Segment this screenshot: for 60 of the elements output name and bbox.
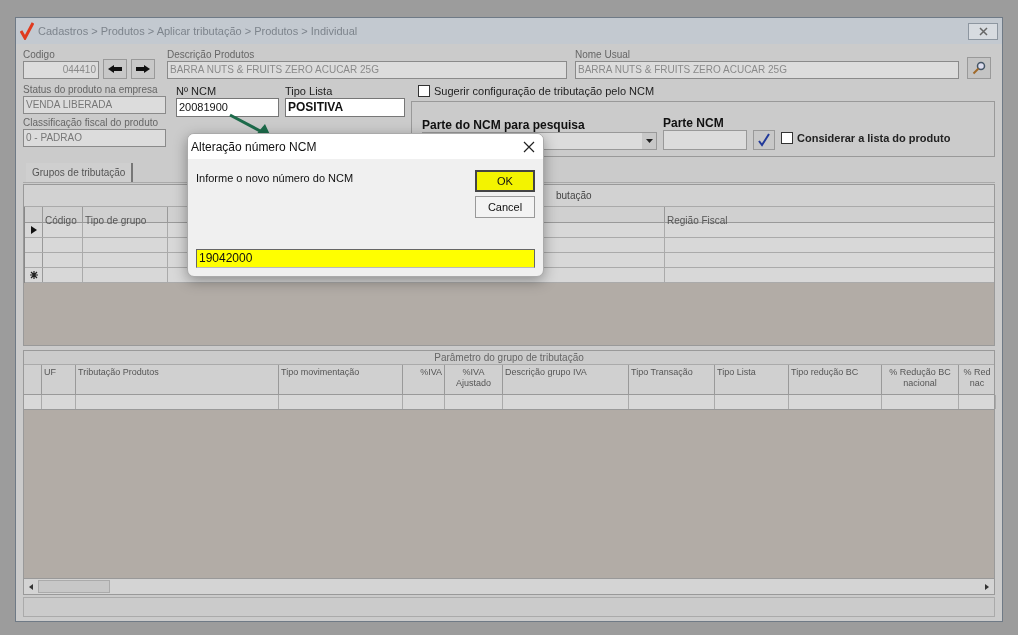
new-row-icon — [29, 270, 38, 279]
ncm-field[interactable]: 20081900 — [176, 98, 279, 117]
field-label: Nº NCM — [176, 85, 218, 98]
checkbox-label: Sugerir configuração de tributação pelo NCM — [434, 84, 655, 99]
close-icon — [978, 26, 988, 36]
field-label: Nome Usual — [575, 48, 632, 61]
ncm-input-field[interactable]: 19042000 — [196, 249, 535, 268]
column-header: Tributação Produtos — [78, 366, 159, 378]
check-logo-icon — [20, 22, 34, 40]
column-header: UF — [44, 366, 56, 378]
magnifier-icon — [972, 61, 986, 75]
tab[interactable]: Grupos de tributação — [26, 162, 134, 182]
left-arrow-icon — [107, 64, 123, 74]
column-header: Região Fiscal — [667, 214, 728, 226]
right-arrow-icon — [135, 64, 151, 74]
previous-button[interactable] — [103, 59, 127, 79]
close-button[interactable] — [968, 22, 998, 40]
field-label: Status do produto na empresa — [23, 83, 159, 96]
panel-caption: butação — [556, 188, 592, 203]
usual-name-field[interactable]: BARRA NUTS & FRUITS ZERO ACUCAR 25G — [575, 61, 959, 79]
dialog-title: Alteração número NCM — [191, 138, 317, 156]
close-icon[interactable] — [523, 140, 535, 153]
field-label: Codigo — [23, 48, 56, 61]
column-header: Tipo redução BC — [791, 366, 859, 378]
field-label: Tipo Lista — [285, 85, 334, 98]
checkbox-label: Considerar a lista do produto — [797, 131, 951, 146]
field-label: Classificação fiscal do produto — [23, 116, 160, 129]
column-header: Tipo de grupo — [85, 214, 147, 226]
field-label: Parte do NCM para pesquisa — [422, 118, 586, 132]
field-label: Descrição Produtos — [167, 48, 256, 61]
column-header: % Red nac — [962, 366, 992, 389]
dialog-message: Informe o novo número do NCM — [196, 171, 355, 186]
confirm-button[interactable] — [753, 129, 775, 150]
next-button[interactable] — [131, 59, 155, 79]
checkbox[interactable] — [781, 132, 793, 145]
checkmark-icon — [757, 132, 771, 147]
checkbox[interactable] — [418, 85, 430, 98]
column-header: %IVA Ajustado — [455, 366, 492, 389]
description-field[interactable]: BARRA NUTS & FRUITS ZERO ACUCAR 25G — [167, 61, 567, 79]
column-header: Descrição grupo IVA — [505, 366, 587, 378]
grid-caption: Parâmetro do grupo de tributação — [434, 350, 584, 365]
horizontal-scrollbar[interactable] — [24, 578, 994, 594]
column-header: Tipo Lista — [717, 366, 756, 378]
column-header: Tipo Transação — [631, 366, 693, 378]
list-type-field[interactable]: POSITIVA — [285, 98, 405, 117]
column-header: Código — [45, 214, 77, 226]
ok-button[interactable]: OK — [475, 170, 535, 192]
column-header: % Redução BC nacional — [888, 366, 952, 389]
fiscal-class-field[interactable]: 0 - PADRAO — [23, 129, 166, 147]
window-title: Cadastros > Produtos > Aplicar tributação > Produtos > Individual — [38, 23, 358, 39]
search-button[interactable] — [967, 57, 991, 79]
column-header: %IVA — [420, 366, 442, 378]
scrollbar-thumb[interactable] — [38, 580, 110, 593]
row-pointer-icon — [30, 225, 37, 234]
column-header: Tipo movimentação — [281, 366, 360, 378]
cancel-button[interactable]: Cancel — [475, 196, 535, 218]
dropdown-caret-icon — [642, 132, 656, 149]
ncm-part-field[interactable] — [663, 129, 747, 150]
status-field[interactable]: VENDA LIBERADA — [23, 96, 166, 114]
field-label: Parte NCM — [663, 116, 725, 130]
